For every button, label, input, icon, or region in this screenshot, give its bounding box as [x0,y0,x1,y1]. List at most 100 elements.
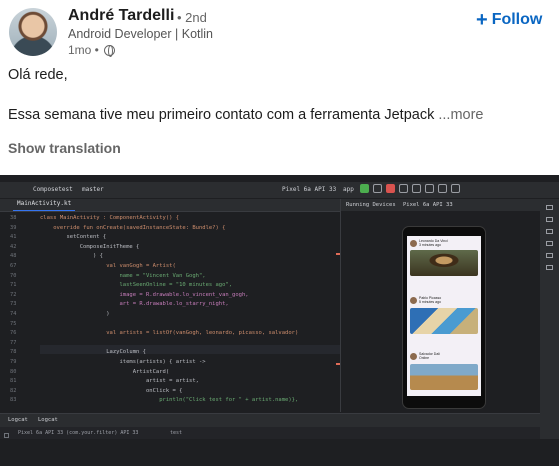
code-line[interactable]: setContent { [40,233,106,242]
logcat-output[interactable] [0,439,540,466]
stop-icon[interactable] [386,184,395,193]
branch-name[interactable]: master [82,186,104,193]
line-number: 81 [10,378,17,385]
line-number: 67 [10,263,17,269]
notifications-icon[interactable] [546,205,553,210]
logcat-device[interactable]: Pixel 6a API 33 (com.your.filter) API 33 [18,430,138,436]
artist-status: Online [419,356,430,360]
post-body: Essa semana tive meu primeiro contato co… [8,107,483,123]
debug-icon[interactable] [373,184,382,193]
artist-avatar [410,296,417,304]
connection-degree: • 2nd [177,10,207,25]
author-headline: Android Developer | Kotlin [68,27,213,41]
artist-status: 5 minutes ago [419,300,441,304]
code-line[interactable]: class MainActivity : ComponentActivity()… [40,214,179,223]
logcat-filter-bar: Pixel 6a API 33 (com.your.filter) API 33… [0,427,540,439]
artist-info: Leonardo Da Vinci 3 minutes ago [419,239,448,247]
editor-tab-mainactivity[interactable]: MainActivity.kt [13,200,76,211]
line-number: 48 [10,253,17,260]
tab-running-devices[interactable]: Running Devices [346,202,396,208]
sdk-manager-icon[interactable] [425,184,434,193]
artist-status: 3 minutes ago [419,243,441,247]
code-line[interactable]: onClick = { [40,387,182,396]
line-number: 83 [10,397,17,404]
artist-card-header: Salvador Dalí Online [410,352,440,360]
code-line[interactable]: println("Click test for " + artist.name)… [40,396,298,405]
line-number: 79 [10,359,17,365]
right-tool-strip [540,199,559,439]
device-manager-icon[interactable] [412,184,421,193]
phone-emulator: Leonardo Da Vinci 3 minutes ago Pablo Pi… [402,226,486,409]
plus-icon: + [476,9,488,31]
code-line[interactable]: items(artists) { artist -> [40,358,205,367]
artist-avatar [410,352,417,360]
device-explorer-icon[interactable] [546,253,553,258]
code-line[interactable]: val artists = listOf(vanGogh, leonardo, … [40,329,298,338]
ide-toolbar [360,184,460,193]
follow-button[interactable]: + Follow [476,9,543,31]
artist-avatar [410,239,417,247]
emulator-icon[interactable] [546,241,553,246]
line-number: 77 [10,339,17,346]
more-icon[interactable] [546,265,553,270]
artwork-image[interactable] [410,364,478,390]
follow-label: Follow [491,11,543,28]
line-number: 78 [10,349,17,356]
code-line[interactable]: ComposeInitTheme { [40,243,140,252]
tab-logcat[interactable]: Logcat [8,417,28,423]
line-number: 73 [10,301,17,308]
tab-device[interactable]: Pixel 6a API 33 [403,202,453,208]
code-line[interactable]: ArtistCard( [40,368,169,377]
see-more-link[interactable]: ...more [438,107,483,123]
code-line[interactable]: artist = artist, [40,377,199,386]
code-line[interactable]: override fun onCreate(savedInstanceState… [40,224,225,233]
line-number: 41 [10,234,17,241]
artist-card-header: Leonardo Da Vinci 3 minutes ago [410,239,448,247]
post-header: André Tardelli • 2nd Android Developer |… [0,0,559,60]
code-line[interactable]: ) { [40,252,103,261]
code-line[interactable]: art = R.drawable.lo_starry_night, [40,300,228,309]
post-time: 1mo • [68,43,99,57]
sync-icon[interactable] [399,184,408,193]
run-icon[interactable] [360,184,369,193]
search-icon[interactable] [438,184,447,193]
artist-info: Salvador Dalí Online [419,352,440,360]
globe-icon [103,44,115,57]
avatar[interactable] [9,8,57,56]
device-selector[interactable]: Pixel 6a API 33 [282,186,336,193]
line-number: 39 [10,224,17,231]
code-line[interactable]: lastSeenOnline = "10 minutes ago", [40,281,232,290]
artwork-image[interactable] [410,250,478,276]
post-body-text: Essa semana tive meu primeiro contato co… [8,107,435,123]
ide-screenshot: Composetest master Pixel 6a API 33 app M… [0,175,559,466]
gradle-icon[interactable] [546,217,553,222]
line-number: 76 [10,330,17,337]
artist-card-header: Pablo Picasso 5 minutes ago [410,296,441,304]
code-editor[interactable]: class MainActivity : ComponentActivity()… [40,212,340,412]
settings-icon[interactable] [451,184,460,193]
clear-log-icon[interactable] [4,433,9,438]
code-line[interactable]: name = "Vincent Van Gogh", [40,272,205,281]
artwork-image[interactable] [410,308,478,334]
code-line[interactable]: ) [40,310,109,319]
post-greeting: Olá rede, [8,67,68,83]
run-config[interactable]: app [343,186,354,193]
phone-screen[interactable]: Leonardo Da Vinci 3 minutes ago Pablo Pi… [407,236,481,396]
ide-titlebar: Composetest master Pixel 6a API 33 app [0,182,559,198]
line-gutter: 38 39 41 42 48 67 70 71 72 73 74 75 76 77 78 79 80 81 82 83 [0,212,40,412]
logcat-filter-input[interactable]: test [170,430,182,436]
code-line[interactable]: image = R.drawable.lo_vincent_van_gogh, [40,291,248,300]
project-name[interactable]: Composetest [33,186,73,193]
tab-logcat-2[interactable]: Logcat [38,417,58,423]
code-line[interactable]: LazyColumn { [40,348,146,357]
code-line[interactable]: val vanGogh = Artist( [40,262,176,271]
line-number: 75 [10,320,17,327]
line-number: 80 [10,368,17,375]
device-manager-icon[interactable] [546,229,553,234]
show-translation-link[interactable]: Show translation [8,140,121,156]
artist-info: Pablo Picasso 5 minutes ago [419,296,441,304]
author-name[interactable]: André Tardelli [68,7,174,25]
running-devices-panel: Running Devices Pixel 6a API 33 Leonardo… [340,199,541,412]
post-meta: 1mo • [68,43,115,57]
line-number: 74 [10,311,17,317]
